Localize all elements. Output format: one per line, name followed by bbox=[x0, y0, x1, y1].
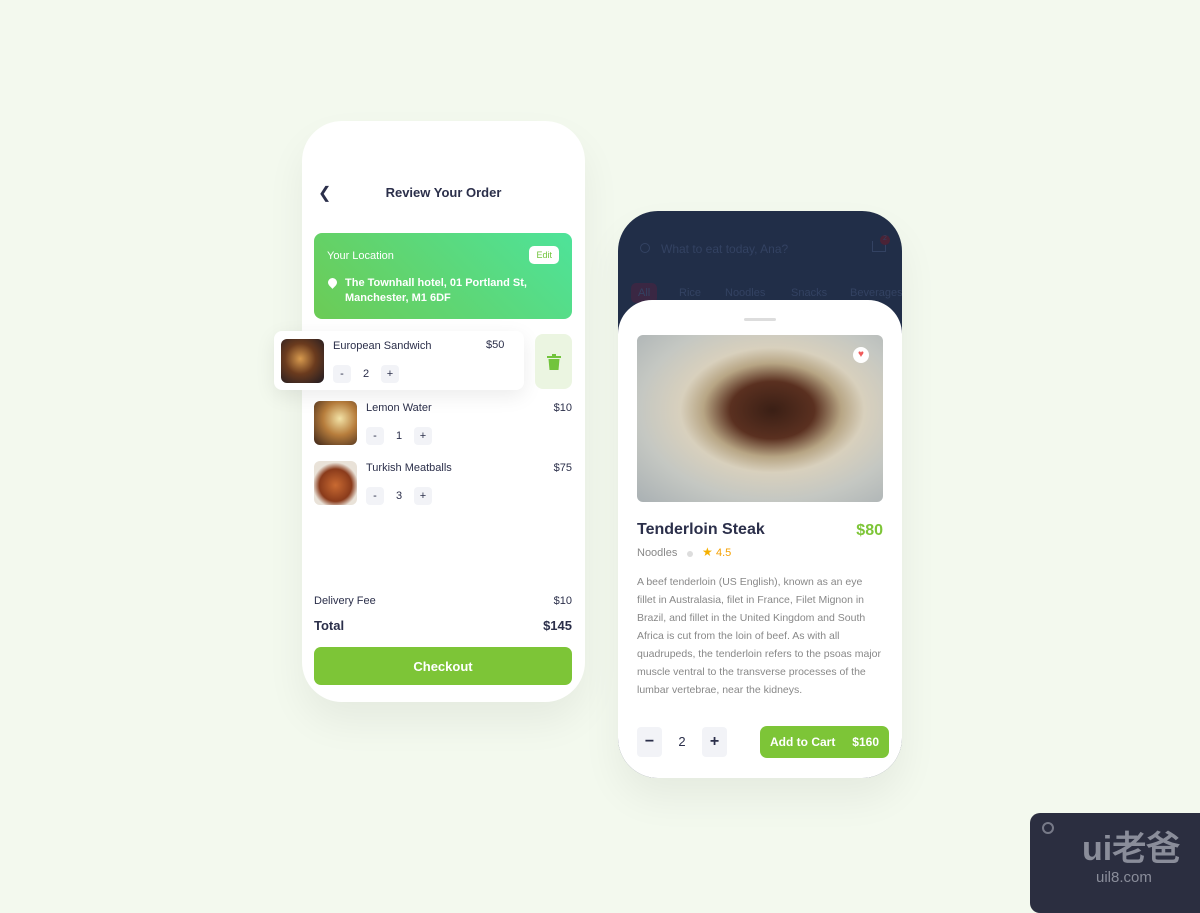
delivery-fee-label: Delivery Fee bbox=[314, 595, 376, 607]
quantity: 2 bbox=[678, 734, 686, 749]
add-to-cart-button[interactable]: Add to Cart $160 bbox=[760, 726, 889, 758]
location-card: Your Location Edit The Townhall hotel, 0… bbox=[314, 233, 572, 319]
star-icon: ★ bbox=[702, 545, 713, 559]
decrease-button[interactable]: - bbox=[366, 487, 384, 505]
search-input[interactable]: What to eat today, Ana? bbox=[661, 242, 788, 256]
add-to-cart-price: $160 bbox=[852, 735, 879, 749]
category-tab-beverages[interactable]: Beverages bbox=[850, 287, 902, 299]
category-tab-rice[interactable]: Rice bbox=[679, 287, 701, 299]
category-tab-snacks[interactable]: Snacks bbox=[791, 287, 827, 299]
review-order-screen: ❮ Review Your Order Your Location Edit T… bbox=[302, 121, 585, 702]
quantity-stepper: -2 + bbox=[333, 365, 399, 383]
separator-dot bbox=[687, 551, 693, 557]
drag-handle[interactable] bbox=[744, 318, 776, 321]
page-title: Review Your Order bbox=[385, 185, 502, 200]
cart-badge: 2 bbox=[880, 235, 890, 245]
watermark-site: uil8.com bbox=[1096, 869, 1152, 886]
lemon-water-image bbox=[314, 401, 357, 445]
increase-button[interactable]: + bbox=[414, 487, 432, 505]
location-label: Your Location bbox=[327, 250, 394, 262]
european-sandwich-image bbox=[281, 339, 324, 383]
add-to-cart-label: Add to Cart bbox=[770, 735, 836, 749]
food-detail-screen: What to eat today, Ana? 2 All Rice Noodl… bbox=[618, 211, 902, 778]
item-price: $75 bbox=[553, 462, 572, 474]
decrease-button[interactable]: - bbox=[366, 427, 384, 445]
category-tab-noodles[interactable]: Noodles bbox=[725, 287, 765, 299]
increase-button[interactable]: + bbox=[702, 727, 727, 757]
tag-hole-icon bbox=[1042, 822, 1054, 834]
decrease-button[interactable]: − bbox=[637, 727, 662, 757]
steak-image bbox=[637, 335, 883, 502]
food-description: A beef tenderloin (US English), known as… bbox=[637, 576, 881, 696]
item-price: $10 bbox=[553, 402, 572, 414]
increase-button[interactable]: + bbox=[414, 427, 432, 445]
quantity-stepper: -3 + bbox=[366, 487, 432, 505]
checkout-button[interactable]: Checkout bbox=[314, 647, 572, 685]
watermark-brand: ui老爸 bbox=[1082, 830, 1181, 868]
food-price: $80 bbox=[856, 522, 883, 539]
list-item: Turkish Meatballs $75 -3 + bbox=[314, 461, 572, 511]
turkish-meatballs-image bbox=[314, 461, 357, 505]
list-item: Lemon Water $10 -1 + bbox=[314, 401, 572, 451]
detail-sheet: ♥ Tenderloin Steak $80 Noodles ★ 4.5 A b… bbox=[618, 300, 902, 778]
item-name: European Sandwich bbox=[333, 340, 432, 352]
delivery-fee-value: $10 bbox=[553, 595, 572, 607]
food-category: Noodles bbox=[637, 547, 678, 559]
item-price: $50 bbox=[486, 339, 505, 351]
decrease-button[interactable]: - bbox=[333, 365, 351, 383]
item-name: Lemon Water bbox=[366, 402, 432, 414]
item-name: Turkish Meatballs bbox=[366, 462, 452, 474]
rating: 4.5 bbox=[716, 547, 732, 559]
quantity: 3 bbox=[395, 490, 403, 502]
quantity-stepper: -1 + bbox=[366, 427, 432, 445]
watermark: ui老爸 uil8.com bbox=[1030, 813, 1200, 913]
trash-icon bbox=[546, 353, 561, 370]
quantity: 2 bbox=[362, 368, 370, 380]
list-item-swiped[interactable]: European Sandwich $50 -2 + bbox=[274, 331, 524, 390]
delete-button[interactable] bbox=[535, 334, 572, 389]
address: The Townhall hotel, 01 Portland St, Manc… bbox=[345, 277, 527, 304]
edit-location-button[interactable]: Edit bbox=[529, 246, 559, 264]
food-name: Tenderloin Steak bbox=[637, 521, 765, 538]
total-value: $145 bbox=[543, 618, 572, 633]
increase-button[interactable]: + bbox=[381, 365, 399, 383]
heart-icon[interactable]: ♥ bbox=[853, 347, 869, 363]
total-label: Total bbox=[314, 618, 345, 633]
quantity: 1 bbox=[395, 430, 403, 442]
location-pin-icon bbox=[326, 276, 339, 289]
search-icon bbox=[640, 243, 650, 253]
